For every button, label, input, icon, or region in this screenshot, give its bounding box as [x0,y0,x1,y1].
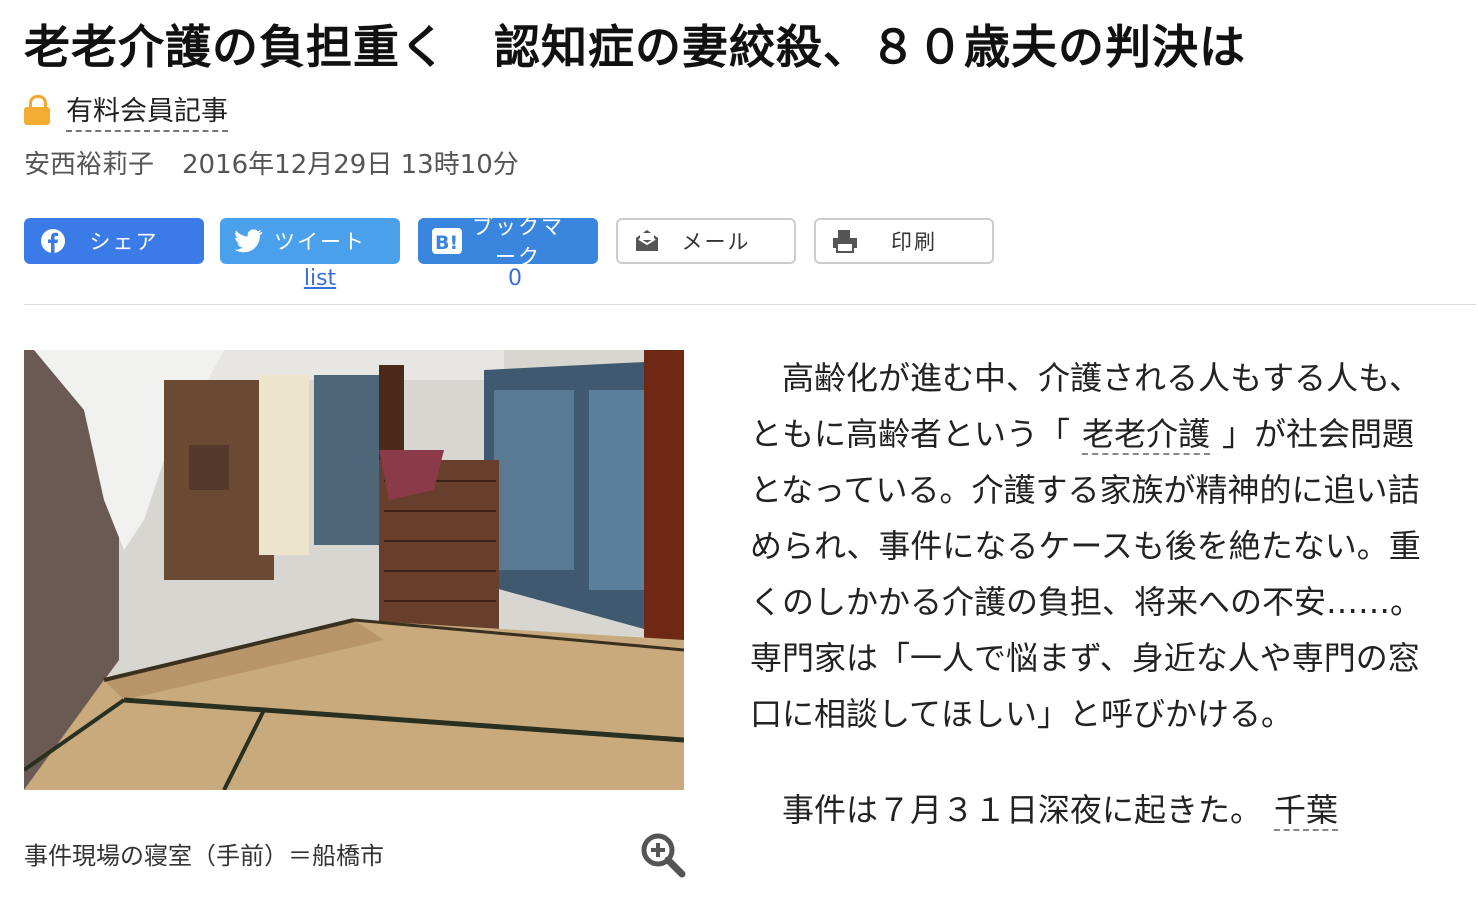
hatena-icon: B! [432,226,462,256]
author-name: 安西裕莉子 [24,150,155,180]
mail-icon [632,226,662,256]
facebook-share-button[interactable]: シェア [24,218,204,264]
keyword-link[interactable]: 老老介護 [1082,415,1211,455]
twitter-tweet-label: ツイート [274,230,366,254]
svg-text:B!: B! [435,232,458,254]
print-button[interactable]: 印刷 [814,218,994,264]
zoom-in-icon[interactable] [640,832,686,878]
printer-icon [830,226,860,256]
paid-member-badge: 有料会員記事 [24,89,228,132]
hatena-bookmark-label: ブックマーク [472,215,564,269]
tweet-count-link[interactable]: list [230,266,410,291]
keyword-link[interactable]: 千葉 [1274,791,1339,831]
bookmark-count[interactable]: 0 [425,266,605,291]
print-label: 印刷 [891,230,937,254]
twitter-tweet-button[interactable]: ツイート [220,218,400,264]
divider [24,304,1476,305]
photo-caption: 事件現場の寝室（手前）＝船橋市 [24,842,384,870]
byline: 安西裕莉子 2016年12月29日 13時10分 [24,144,519,181]
lock-icon [24,95,50,125]
facebook-share-label: シェア [89,230,159,254]
paid-member-label[interactable]: 有料会員記事 [66,89,228,132]
article-headline: 老老介護の負担重く 認知症の妻絞殺、８０歳夫の判決は [24,20,1246,74]
paragraph-text: 事件は７月３１日深夜に起きた。 [782,791,1263,829]
facebook-icon [38,226,68,256]
mail-share-button[interactable]: メール [616,218,796,264]
article-body: 高齢化が進む中、介護される人もする人も、ともに高齢者という「 老老介護 」が社会問題… [750,350,1430,838]
hatena-bookmark-button[interactable]: B! ブックマーク [418,215,598,269]
twitter-icon [234,226,264,256]
paragraph-text: 」が社会問題となっている。介護する家族が精神的に追い詰められ、事件になるケースも… [750,415,1423,733]
mail-share-label: メール [681,230,751,254]
article-photo[interactable] [24,350,684,790]
publish-date: 2016年12月29日 13時10分 [182,150,519,180]
article-paragraph: 高齢化が進む中、介護される人もする人も、ともに高齢者という「 老老介護 」が社会問題… [750,350,1430,742]
article-paragraph: 事件は７月３１日深夜に起きた。 千葉 [750,782,1430,838]
